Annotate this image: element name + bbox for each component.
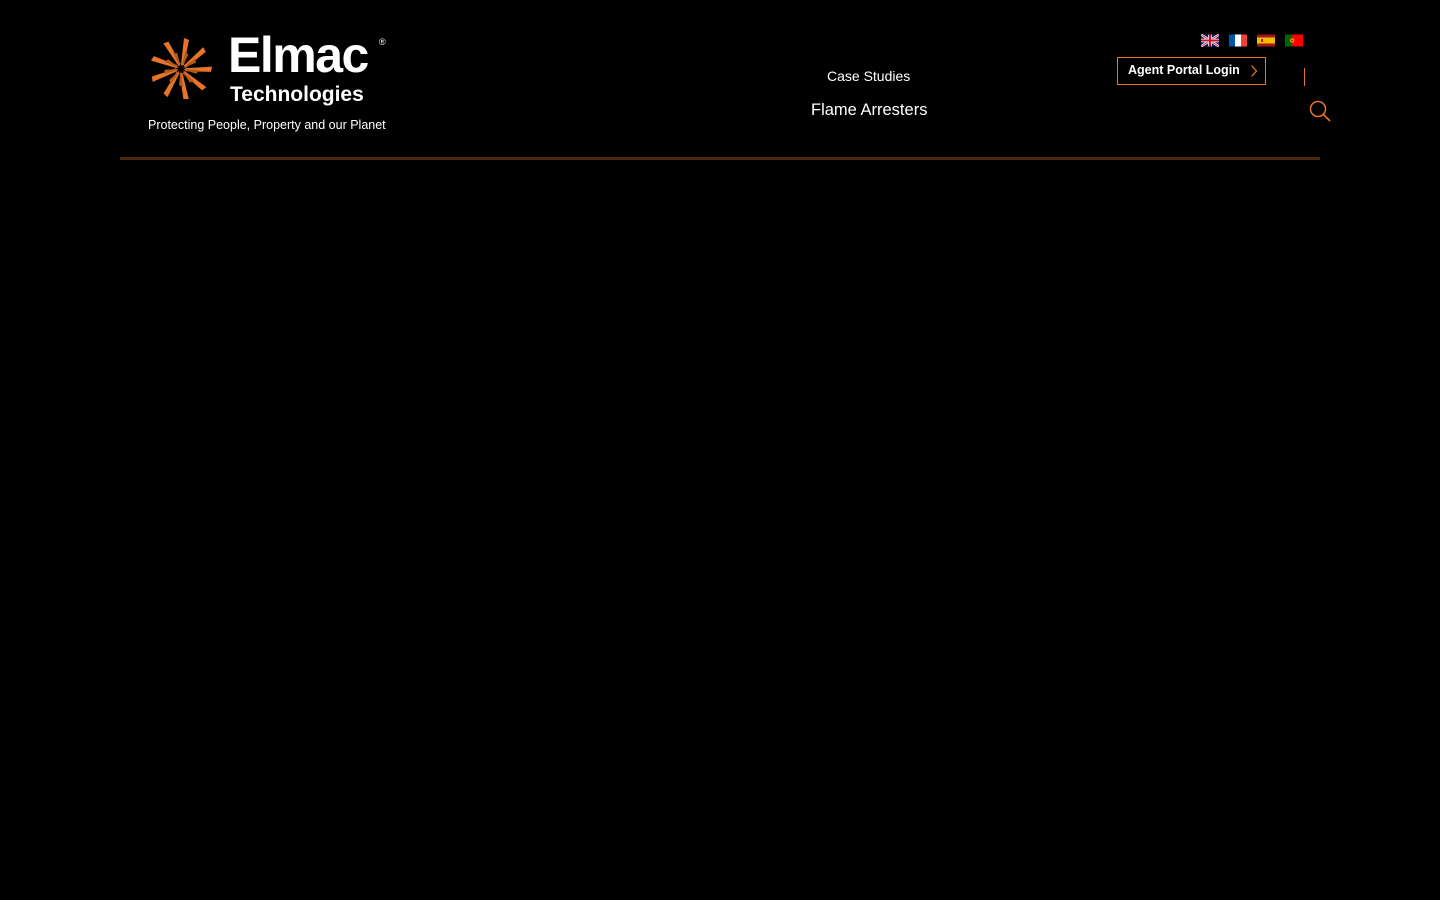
- nav-case-studies[interactable]: Case Studies: [827, 69, 910, 83]
- agent-portal-login-button[interactable]: Agent Portal Login: [1117, 57, 1266, 85]
- portugal-flag-icon[interactable]: [1285, 34, 1303, 47]
- uk-flag-icon[interactable]: [1201, 34, 1219, 47]
- site-header: Elmac ® Technologies Protecting People, …: [0, 0, 1440, 162]
- spain-flag-icon[interactable]: [1257, 34, 1275, 47]
- agent-portal-login-label: Agent Portal Login: [1128, 63, 1240, 77]
- header-divider: [1304, 68, 1305, 86]
- tagline: Protecting People, Property and our Plan…: [148, 118, 386, 132]
- search-icon[interactable]: [1309, 100, 1331, 122]
- header-rule: [120, 157, 1320, 160]
- starburst-logo-icon: [150, 38, 213, 100]
- registered-mark: ®: [379, 37, 386, 47]
- logo-link[interactable]: Elmac ® Technologies: [148, 30, 393, 108]
- chevron-right-icon: [1251, 65, 1258, 77]
- logo-name: Elmac: [228, 27, 369, 83]
- nav-flame-arresters[interactable]: Flame Arresters: [811, 102, 927, 119]
- language-selector: [1201, 34, 1303, 47]
- logo-subname: Technologies: [230, 83, 364, 106]
- france-flag-icon[interactable]: [1229, 34, 1247, 47]
